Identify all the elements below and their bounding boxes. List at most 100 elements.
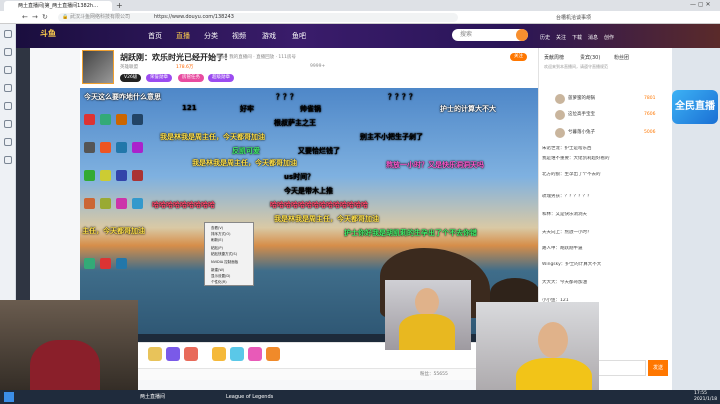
desktop-icon bbox=[84, 114, 95, 125]
context-menu-item: 粘贴(P) bbox=[211, 246, 223, 250]
game-icon[interactable] bbox=[4, 138, 12, 146]
gift-icon[interactable] bbox=[184, 347, 198, 361]
tab-rank[interactable]: 贡献周榜 bbox=[544, 54, 564, 61]
follow-button[interactable]: 关注 bbox=[510, 53, 527, 61]
promo-banner[interactable]: 全民直播 bbox=[672, 90, 718, 124]
rank-name[interactable]: 菠萝蜜的胡锅 bbox=[568, 93, 595, 105]
context-menu-item: 查看(V) bbox=[211, 226, 224, 230]
header-message[interactable]: 消息 bbox=[588, 34, 598, 41]
streamer-avatar[interactable] bbox=[82, 50, 114, 84]
bookmark-icon[interactable] bbox=[4, 48, 12, 56]
context-menu-item: 粘贴快捷方式(S) bbox=[211, 252, 237, 256]
download-icon[interactable] bbox=[4, 84, 12, 92]
desktop-icon bbox=[132, 170, 143, 181]
avatar[interactable] bbox=[555, 110, 565, 120]
nav-game[interactable]: 游戏 bbox=[262, 31, 276, 41]
history-icon[interactable] bbox=[4, 66, 12, 74]
context-menu-item: 个性化(R) bbox=[211, 280, 227, 284]
person bbox=[399, 314, 455, 350]
site-header bbox=[16, 24, 720, 48]
browser-search-hint[interactable]: 台槽机洽谈事项 bbox=[556, 14, 591, 21]
header-follow[interactable]: 关注 bbox=[556, 34, 566, 41]
room-fans: 9999+ bbox=[310, 64, 326, 69]
desktop-icon bbox=[84, 258, 95, 269]
room-bottom-bar: 粉丝：55655 热度：6080 bbox=[80, 368, 538, 380]
window-controls[interactable]: — ▢ ✕ bbox=[690, 1, 711, 8]
danmaku: 我是林我是周主任，今天都哥加油 bbox=[160, 133, 265, 141]
webcam-overlay bbox=[385, 280, 471, 350]
danmaku: 熬放一小时？又是快乐洞洞天吗 bbox=[386, 161, 484, 169]
danmaku: 今天是带木上推 bbox=[284, 187, 333, 195]
level-badge[interactable]: V26级 bbox=[120, 74, 142, 82]
chat-message: Wingsky：护士的计算大不大 bbox=[542, 262, 602, 267]
nav-category[interactable]: 分类 bbox=[204, 31, 218, 41]
gift-icon[interactable] bbox=[166, 347, 180, 361]
header-download[interactable]: 下载 bbox=[572, 34, 582, 41]
danmaku: 又要恰烂钱了 bbox=[298, 147, 340, 155]
forward-icon[interactable]: → bbox=[32, 13, 38, 22]
search-icon[interactable] bbox=[516, 29, 528, 41]
start-icon[interactable] bbox=[4, 392, 14, 402]
desktop-icon bbox=[132, 142, 143, 153]
url-text: https://www.douyu.com/138243 bbox=[154, 14, 234, 20]
desktop-icon bbox=[84, 170, 95, 181]
danmaku: 主任，今天都哥加油 bbox=[82, 227, 145, 235]
avatar[interactable] bbox=[555, 94, 565, 104]
chat-message: 北方的狼：生孕出了个不去的 bbox=[542, 172, 601, 177]
chat-icon[interactable] bbox=[4, 120, 12, 128]
chat-message: 大大大：今天都哥加油 bbox=[542, 280, 587, 285]
danmaku: 我是林我是周主任，今天都哥加油 bbox=[192, 159, 297, 167]
rank-name[interactable]: 兮暮落小兔子 bbox=[568, 127, 595, 139]
nav-fishbar[interactable]: 鱼吧 bbox=[292, 31, 306, 41]
room-notice: 欢迎来到本直播间，请遵守直播规范 bbox=[544, 64, 608, 69]
rank-name[interactable]: 这位高手宝宝 bbox=[568, 109, 595, 121]
tab-vip[interactable]: 贵宾(30) bbox=[580, 54, 600, 61]
honor-badge[interactable]: 荣誉勋章 bbox=[146, 74, 172, 82]
desktop-icon bbox=[132, 198, 143, 209]
nav-home[interactable]: 首页 bbox=[148, 31, 162, 41]
task-badge[interactable]: 房管任务 bbox=[178, 74, 204, 82]
avatar[interactable] bbox=[555, 128, 565, 138]
taskbar-app[interactable]: 两土直播间 bbox=[128, 391, 165, 403]
stream-context-menu: 查看(V) 排序方式(O) 刷新(E) 粘贴(P) 粘贴快捷方式(S) NVID… bbox=[204, 222, 254, 286]
taskbar-app[interactable]: League of Legends bbox=[214, 391, 273, 403]
danmaku: ？？？？ bbox=[388, 93, 416, 101]
gift-icon[interactable] bbox=[266, 347, 280, 361]
shop-icon[interactable] bbox=[4, 156, 12, 164]
clock[interactable]: 17:55 2021/1/18 bbox=[694, 391, 717, 403]
gift-icon[interactable] bbox=[248, 347, 262, 361]
browser-tab[interactable]: 两土直播间|第_两土直播间1382h… bbox=[4, 1, 112, 11]
header-history[interactable]: 历史 bbox=[540, 34, 550, 41]
header-create[interactable]: 创作 bbox=[604, 34, 614, 41]
danmaku: us时间？ bbox=[284, 173, 315, 181]
new-tab-button[interactable]: + bbox=[116, 1, 123, 10]
room-category[interactable]: 英雄联盟 bbox=[120, 64, 138, 70]
danmaku: 好牢 bbox=[240, 105, 254, 113]
desktop-icon bbox=[116, 114, 127, 125]
reload-icon[interactable]: ↻ bbox=[42, 13, 48, 22]
tab-fans[interactable]: 粉丝团 bbox=[614, 54, 629, 61]
note-icon[interactable] bbox=[4, 102, 12, 110]
site-logo[interactable]: 斗鱼 bbox=[40, 28, 56, 39]
desktop-icon bbox=[116, 258, 127, 269]
gift-icon[interactable] bbox=[148, 347, 162, 361]
danmaku: 护士的计算大不大 bbox=[440, 105, 496, 113]
chat-message: 我是谁不重要：大佬凯莉超好看的 bbox=[542, 156, 610, 161]
context-menu-item: 新建(W) bbox=[211, 268, 225, 272]
nav-live[interactable]: 直播 bbox=[176, 31, 190, 41]
desktop-icon bbox=[100, 142, 111, 153]
danmaku: 哈哈哈哈哈哈哈哈哈哈哈哈哈哈 bbox=[270, 201, 368, 209]
gift-icon[interactable] bbox=[230, 347, 244, 361]
home-icon[interactable] bbox=[4, 30, 12, 38]
person bbox=[538, 322, 568, 358]
send-button[interactable]: 发送 bbox=[648, 360, 668, 376]
context-menu-item: 显示设置(D) bbox=[211, 274, 231, 278]
url-field[interactable]: 🔒 武汉斗鱼网络科技有限公司 https://www.douyu.com/138… bbox=[58, 13, 458, 22]
clock-date: 2021/1/18 bbox=[694, 397, 718, 402]
gift-icon[interactable] bbox=[212, 347, 226, 361]
desktop-icon bbox=[132, 114, 143, 125]
nav-video[interactable]: 视频 bbox=[232, 31, 246, 41]
back-icon[interactable]: ← bbox=[22, 13, 28, 22]
person bbox=[415, 288, 439, 316]
super-badge[interactable]: 超级勋章 bbox=[208, 74, 234, 82]
